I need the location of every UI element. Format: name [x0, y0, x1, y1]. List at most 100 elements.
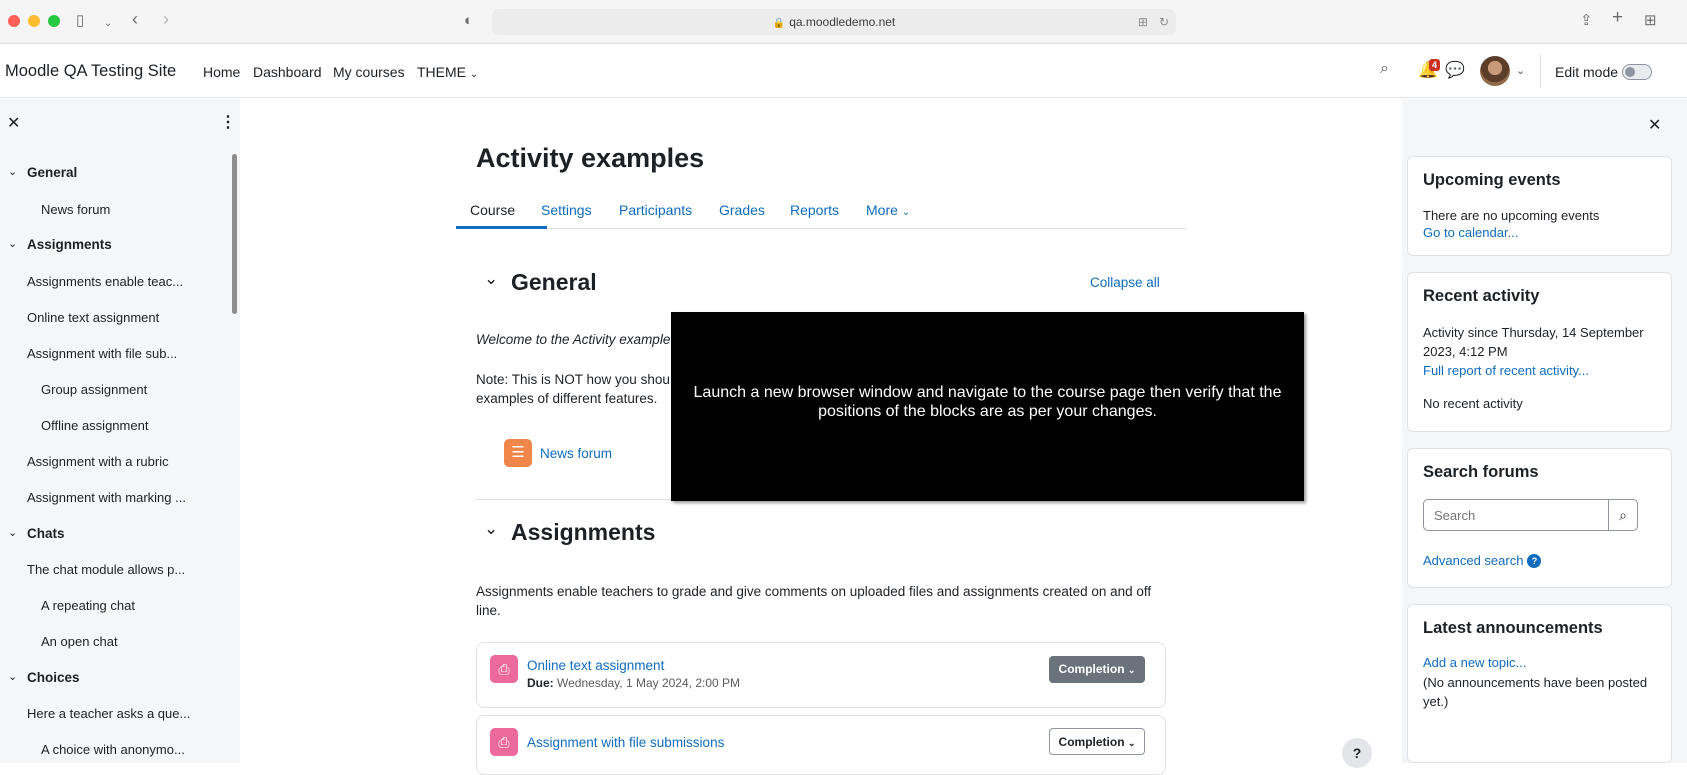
course-index-item[interactable]: Assignment with file sub...	[27, 346, 177, 361]
tab-settings[interactable]: Settings	[541, 202, 592, 218]
chevron-down-icon[interactable]: ⌄	[484, 519, 498, 539]
completion-dropdown[interactable]: Completion ⌄	[1049, 656, 1145, 683]
course-index-item[interactable]: Offline assignment	[41, 418, 148, 433]
forum-icon: ☰	[504, 439, 532, 467]
lock-icon: 🔒	[772, 18, 786, 29]
tab-reports[interactable]: Reports	[790, 202, 839, 218]
course-index-section[interactable]: Assignments	[27, 237, 112, 252]
close-window-button[interactable]	[8, 15, 20, 27]
new-tab-icon[interactable]: +	[1612, 8, 1623, 28]
search-icon[interactable]: ⌕	[1608, 499, 1638, 531]
translate-icon[interactable]: ⊞	[1138, 9, 1148, 35]
course-index-item[interactable]: Here a teacher asks a que...	[27, 706, 190, 721]
block-recent-activity: Recent activity Activity since Thursday,…	[1407, 272, 1672, 432]
block-search-forums: Search forums ⌕ Advanced search?	[1407, 448, 1672, 588]
messages-icon[interactable]: 💬	[1445, 60, 1465, 80]
tab-grades[interactable]: Grades	[719, 202, 765, 218]
course-index-section[interactable]: Chats	[27, 526, 65, 541]
tab-more[interactable]: More ⌄	[866, 202, 910, 218]
chevron-down-icon[interactable]: ⌄	[8, 670, 17, 683]
close-drawer-icon[interactable]: ✕	[1648, 115, 1661, 135]
activity-link[interactable]: Assignment with file submissions	[527, 735, 724, 750]
nav-dashboard[interactable]: Dashboard	[253, 64, 322, 80]
minimize-window-button[interactable]	[28, 15, 40, 27]
edit-mode-label: Edit mode	[1555, 64, 1619, 80]
course-index-item[interactable]: Assignment with a rubric	[27, 454, 169, 469]
nav-theme[interactable]: THEME ⌄	[417, 64, 478, 80]
advanced-search-link[interactable]: Advanced search?	[1423, 553, 1542, 568]
go-to-calendar-link[interactable]: Go to calendar...	[1423, 225, 1518, 240]
active-tab-indicator	[456, 226, 547, 229]
course-index-drawer: ✕ ⋮ ⌄ General News forum ⌄ Assignments A…	[0, 99, 240, 763]
nav-home[interactable]: Home	[203, 64, 240, 80]
collapse-all-link[interactable]: Collapse all	[1090, 275, 1160, 290]
url-text: qa.moodledemo.net	[789, 15, 896, 29]
back-icon[interactable]: ‹	[132, 9, 138, 29]
course-index-item[interactable]: An open chat	[41, 634, 118, 649]
course-index-item[interactable]: Group assignment	[41, 382, 147, 397]
edit-mode-toggle[interactable]	[1622, 64, 1652, 80]
block-title: Latest announcements	[1423, 619, 1603, 637]
news-forum-link[interactable]: News forum	[540, 446, 612, 461]
course-index-item[interactable]: A repeating chat	[41, 598, 135, 613]
drawer-scrollbar[interactable]	[232, 154, 237, 314]
zoom-window-button[interactable]	[48, 15, 60, 27]
nav-theme-label: THEME	[417, 64, 466, 80]
block-title: Recent activity	[1423, 287, 1540, 305]
help-icon[interactable]: ?	[1527, 554, 1542, 568]
full-report-link[interactable]: Full report of recent activity...	[1423, 363, 1589, 378]
course-index-item[interactable]: Online text assignment	[27, 310, 159, 325]
page-title: Activity examples	[476, 143, 705, 173]
privacy-shield-icon[interactable]: ◐	[464, 11, 473, 31]
share-icon[interactable]: ⇪	[1580, 11, 1593, 31]
nav-my-courses[interactable]: My courses	[333, 64, 405, 80]
course-index-section[interactable]: Choices	[27, 670, 80, 685]
forward-icon[interactable]: ›	[163, 9, 169, 29]
block-upcoming-events: Upcoming events There are no upcoming ev…	[1407, 156, 1672, 256]
course-tabs: Course Settings Participants Grades Repo…	[456, 187, 1186, 229]
chevron-down-icon[interactable]: ⌄	[484, 269, 498, 289]
chevron-down-icon[interactable]: ⌄	[8, 165, 17, 178]
tab-overview-icon[interactable]: ⊞	[1644, 11, 1657, 31]
course-index-section[interactable]: General	[27, 165, 77, 180]
completion-dropdown[interactable]: Completion ⌄	[1049, 728, 1145, 755]
assignment-icon: ⎙	[490, 728, 518, 756]
site-name[interactable]: Moodle QA Testing Site	[5, 62, 176, 81]
welcome-text: Welcome to the Activity example	[476, 332, 671, 347]
chevron-down-icon: ⌄	[1127, 738, 1136, 748]
activity-due-date: Due: Wednesday, 1 May 2024, 2:00 PM	[527, 676, 740, 690]
reload-icon[interactable]: ↻	[1159, 9, 1169, 35]
address-bar[interactable]: 🔒 qa.moodledemo.net ⊞ ↻	[492, 9, 1176, 35]
course-index-item[interactable]: Assignments enable teac...	[27, 274, 183, 289]
assignments-description: Assignments enable teachers to grade and…	[476, 584, 1152, 618]
overlay-text: Launch a new browser window and navigate…	[693, 383, 1282, 420]
browser-toolbar: ▯ ⌄ ‹ › ◐ 🔒 qa.moodledemo.net ⊞ ↻ ⇪ + ⊞	[0, 0, 1687, 44]
chevron-down-icon[interactable]: ⌄	[8, 237, 17, 250]
completion-label: Completion	[1058, 662, 1125, 676]
course-index-item[interactable]: News forum	[41, 202, 110, 217]
user-avatar[interactable]	[1480, 56, 1510, 86]
course-index-item[interactable]: A choice with anonymo...	[41, 742, 185, 757]
user-menu-chevron-icon[interactable]: ⌄	[1516, 64, 1525, 77]
block-text: There are no upcoming events	[1423, 208, 1600, 223]
course-index-item[interactable]: Assignment with marking ...	[27, 490, 186, 505]
tab-participants[interactable]: Participants	[619, 202, 692, 218]
block-title: Upcoming events	[1423, 171, 1561, 189]
more-options-icon[interactable]: ⋮	[220, 112, 236, 132]
toggle-knob	[1625, 67, 1635, 77]
sidebar-toggle-icon[interactable]: ▯	[76, 11, 84, 31]
search-forums-input[interactable]	[1423, 499, 1609, 531]
chevron-down-icon[interactable]: ⌄	[8, 526, 17, 539]
block-drawer: ✕ Upcoming events There are no upcoming …	[1402, 99, 1687, 763]
section-title-assignments: Assignments	[511, 519, 656, 545]
chevron-down-icon: ⌄	[901, 207, 911, 218]
close-drawer-icon[interactable]: ✕	[7, 113, 20, 133]
help-button[interactable]: ?	[1342, 738, 1372, 768]
course-index-item[interactable]: The chat module allows p...	[27, 562, 185, 577]
search-icon[interactable]: ⌕	[1380, 60, 1389, 78]
divider	[1540, 54, 1541, 88]
activity-link[interactable]: Online text assignment	[527, 658, 664, 673]
add-topic-link[interactable]: Add a new topic...	[1423, 655, 1526, 670]
tab-course[interactable]: Course	[470, 202, 515, 218]
chevron-down-icon[interactable]: ⌄	[104, 14, 112, 34]
